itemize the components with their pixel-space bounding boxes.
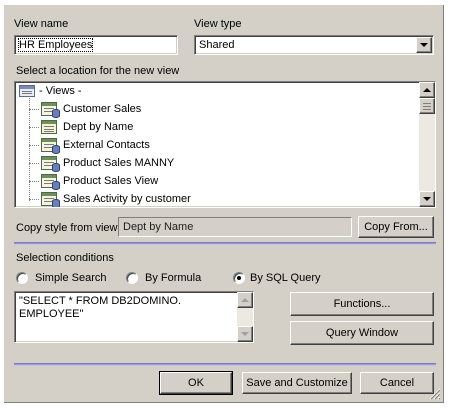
view-type-label: View type <box>194 18 242 30</box>
tree-item[interactable]: Sales Activity by customer <box>15 190 415 207</box>
functions-button[interactable]: Functions... <box>290 292 434 316</box>
tree-root-views[interactable]: - Views - <box>15 82 415 100</box>
cancel-button[interactable]: Cancel <box>360 372 434 394</box>
copy-style-label: Copy style from view <box>16 222 118 234</box>
tree-root-label: - Views - <box>39 85 82 97</box>
tree-item[interactable]: Dept by Name <box>15 118 415 136</box>
scroll-thumb[interactable] <box>419 98 435 114</box>
tree-item-label: Dept by Name <box>63 121 134 133</box>
query-scroll-up-button[interactable] <box>237 292 253 308</box>
query-scroll-down-button[interactable] <box>237 326 253 342</box>
radio-by-sql-query-label: By SQL Query <box>250 272 321 284</box>
arrow-up-icon <box>423 88 431 92</box>
db-view-icon <box>41 174 60 190</box>
copy-from-button[interactable]: Copy From... <box>358 216 434 238</box>
location-label: Select a location for the new view <box>16 65 180 77</box>
save-and-customize-button[interactable]: Save and Customize <box>242 372 352 394</box>
tree-item[interactable]: Product Sales View <box>15 172 415 190</box>
copy-style-field: Dept by Name <box>118 217 352 237</box>
separator-top <box>14 242 436 245</box>
tree-item[interactable]: Product Sales MANNY <box>15 154 415 172</box>
scroll-down-button[interactable] <box>419 191 435 207</box>
tree-item-label: External Contacts <box>63 139 150 151</box>
view-icon <box>41 120 57 134</box>
radio-simple-search-label: Simple Search <box>35 272 107 284</box>
tree-item[interactable]: External Contacts <box>15 136 415 154</box>
db-view-icon <box>41 102 60 118</box>
view-name-input[interactable]: HR Employees <box>14 35 178 55</box>
tree-scrollbar[interactable] <box>419 82 435 207</box>
separator-bottom <box>14 363 436 366</box>
sql-query-textarea[interactable]: "SELECT * FROM DB2DOMINO. EMPLOYEE" <box>14 291 254 343</box>
radio-simple-search[interactable] <box>16 272 28 284</box>
db-view-icon <box>41 156 60 172</box>
db-view-icon <box>41 192 60 207</box>
location-tree[interactable]: - Views - Customer Sales Dept by Name Ex… <box>14 81 436 208</box>
view-type-value: Shared <box>199 39 235 51</box>
query-window-button[interactable]: Query Window <box>290 321 434 345</box>
tree-item-label: Customer Sales <box>63 103 142 115</box>
view-type-dropdown-button[interactable] <box>416 37 432 53</box>
radio-by-formula-label: By Formula <box>145 272 202 284</box>
tree-item-label: Sales Activity by customer <box>63 193 191 205</box>
radio-selected-dot <box>237 276 241 280</box>
view-name-value: HR Employees <box>17 38 94 52</box>
chevron-down-icon <box>420 43 428 47</box>
sql-query-text: "SELECT * FROM DB2DOMINO. EMPLOYEE" <box>19 295 182 320</box>
radio-by-sql-query[interactable] <box>233 272 245 284</box>
arrow-up-icon <box>241 298 249 302</box>
view-type-select[interactable]: Shared <box>194 35 434 55</box>
tree-item-label: Product Sales View <box>63 175 159 187</box>
scroll-up-button[interactable] <box>419 82 435 98</box>
tree-item-label: Product Sales MANNY <box>63 157 175 169</box>
create-view-dialog: View name HR Employees View type Shared … <box>4 5 444 403</box>
resize-grip-icon[interactable] <box>429 388 441 400</box>
db-view-icon <box>41 138 60 154</box>
query-scrollbar[interactable] <box>237 292 253 342</box>
arrow-down-icon <box>423 197 431 201</box>
views-folder-icon <box>19 85 35 97</box>
tree-item[interactable]: Customer Sales <box>15 100 415 118</box>
arrow-down-icon <box>241 332 249 336</box>
selection-conditions-label: Selection conditions <box>16 252 114 264</box>
copy-style-value: Dept by Name <box>123 221 194 233</box>
view-name-label: View name <box>14 18 69 30</box>
ok-button[interactable]: OK <box>159 371 233 395</box>
radio-by-formula[interactable] <box>126 272 138 284</box>
